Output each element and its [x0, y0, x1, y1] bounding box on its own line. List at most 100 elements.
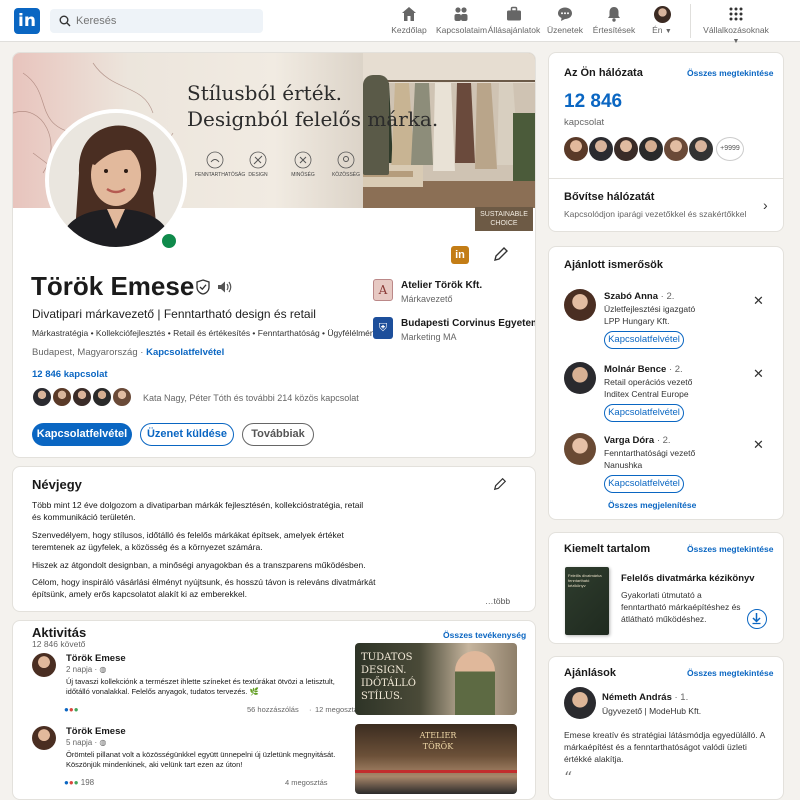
- post-comments[interactable]: 56 hozzászólás: [247, 705, 299, 714]
- contact-info-link[interactable]: Kapcsolatfelvétel: [146, 347, 224, 358]
- more-button[interactable]: Továbbiak: [242, 423, 314, 446]
- show-all-suggested-link[interactable]: Összes megjelenítése: [608, 500, 696, 510]
- connect-button[interactable]: Kapcsolatfelvétel: [32, 423, 132, 446]
- network-count[interactable]: 12 846: [564, 91, 622, 113]
- network-avatar-2: [589, 137, 613, 161]
- suggested-person-3[interactable]: Varga Dóra · 2. Fenntarthatósági vezető …: [549, 431, 783, 499]
- book-description: Gyakorlati útmutató a fenntartható márka…: [621, 590, 741, 624]
- about-card: Névjegy Több mint 12 éve dolgozom a diva…: [12, 466, 536, 612]
- sustainability-badge: FENNTARTHATÓSÁG: [195, 151, 246, 178]
- person-connect-button[interactable]: Kapcsolatfelvétel: [604, 331, 684, 349]
- suggested-title: Ajánlott ismerősök: [564, 259, 664, 271]
- connections-link[interactable]: 12 846 kapcsolat: [32, 369, 108, 380]
- nav-notifications[interactable]: Értesítések: [592, 6, 636, 38]
- about-title: Névjegy: [32, 477, 82, 492]
- sustainability-label: FENNTARTHATÓSÁG: [195, 172, 246, 178]
- chevron-down-icon: ▼: [732, 38, 740, 45]
- search-icon: [59, 15, 71, 27]
- network-title: Az Ön hálózata: [564, 67, 643, 79]
- suggested-person-1[interactable]: Szabó Anna · 2. Üzletfejlesztési igazgat…: [549, 287, 783, 355]
- post-author-avatar: [32, 726, 56, 750]
- reaction-icons: ●●● 198: [64, 778, 95, 787]
- mutual-avatars[interactable]: [32, 387, 136, 409]
- me-avatar: [653, 6, 671, 23]
- network-see-all-link[interactable]: Összes megtekintése: [687, 68, 773, 78]
- nav-notifications-label: Értesítések: [592, 25, 636, 35]
- mutual-connections-text[interactable]: Kata Nagy, Péter Tóth és további 214 köz…: [143, 393, 359, 403]
- post-image-text: TUDATOS DESIGN. IDŐTÁLLÓ STÍLUS.: [361, 652, 416, 702]
- post-text: Új tavaszi kollekciónk a természet ihlet…: [66, 677, 335, 696]
- book-title[interactable]: Felelős divatmárka kézikönyv: [621, 573, 755, 584]
- profile-headline: Divatipari márkavezető | Fenntartható de…: [32, 307, 316, 321]
- recommender-degree: · 1.: [674, 692, 689, 703]
- nav-me-label: Én: [652, 25, 663, 35]
- dismiss-icon[interactable]: ✕: [753, 437, 764, 453]
- post-image[interactable]: ATELIER TÖRÖK: [355, 724, 517, 794]
- person-name-text: Szabó Anna: [604, 291, 659, 302]
- suggested-person-2[interactable]: Molnár Bence · 2. Retail operációs vezet…: [549, 360, 783, 428]
- hands-icon: [206, 151, 224, 169]
- person-name: Szabó Anna · 2.: [604, 291, 674, 302]
- post-author-name: Török Emese: [66, 653, 126, 664]
- person-role: Retail operációs vezető: [604, 377, 693, 387]
- edit-about-icon[interactable]: [493, 477, 507, 491]
- recommendations-see-all-link[interactable]: Összes megtekintése: [687, 668, 773, 678]
- nav-home[interactable]: Kezdőlap: [388, 6, 430, 38]
- nav-network-label: Kapcsolataim: [436, 25, 488, 35]
- banner-tagline-2: Designból felelős márka.: [187, 107, 439, 131]
- activity-post-2[interactable]: Török Emese 5 napja · ◍ Örömteli pillana…: [13, 724, 535, 794]
- grow-network-row[interactable]: Bővítse hálózatát Kapcsolódjon iparági v…: [549, 179, 783, 229]
- dismiss-icon[interactable]: ✕: [753, 293, 764, 309]
- suggested-card: Ajánlott ismerősök Szabó Anna · 2. Üzlet…: [548, 246, 784, 520]
- person-company: Inditex Central Europe: [604, 389, 689, 399]
- recommender-name[interactable]: Németh András · 1.: [602, 692, 688, 703]
- network-avatars[interactable]: +9999: [564, 137, 764, 163]
- mutual-avatar-4: [92, 387, 112, 407]
- about-paragraph-3: Hiszek az átgondolt designban, a minőség…: [32, 560, 366, 570]
- person-connect-button[interactable]: Kapcsolatfelvétel: [604, 475, 684, 493]
- person-avatar: [564, 362, 596, 394]
- about-show-more[interactable]: …több: [485, 596, 510, 606]
- nav-me[interactable]: Én ▼: [648, 6, 676, 38]
- dismiss-icon[interactable]: ✕: [753, 366, 764, 382]
- nav-messages-label: Üzenetek: [547, 25, 583, 35]
- chevron-down-icon: ▼: [664, 28, 672, 35]
- nav-business[interactable]: Vállalkozásoknak ▼: [700, 6, 772, 45]
- activity-post-1[interactable]: Török Emese 2 napja · ◍ Új tavaszi kolle…: [13, 643, 535, 717]
- bell-icon: [608, 7, 620, 22]
- post-time: 2 napja · ◍: [66, 665, 107, 674]
- search-box[interactable]: [50, 9, 263, 33]
- edit-pencil-icon[interactable]: [493, 246, 509, 262]
- nav-jobs-label: Állásajánlatok: [487, 25, 541, 35]
- linkedin-logo[interactable]: in: [14, 8, 40, 34]
- profile-photo[interactable]: [45, 109, 187, 251]
- linkedin-premium-icon[interactable]: in: [451, 246, 469, 264]
- recommender-avatar[interactable]: [564, 687, 596, 719]
- speaker-icon[interactable]: [217, 280, 233, 294]
- quote-icon: “: [564, 768, 573, 787]
- message-button[interactable]: Üzenet küldése: [140, 423, 234, 446]
- all-activity-link[interactable]: Összes tevékenység: [443, 630, 526, 640]
- profile-location: Budapest, Magyarország · Kapcsolatfelvét…: [32, 347, 224, 358]
- verified-shield-icon[interactable]: [196, 279, 210, 295]
- book-cover[interactable]: Felelős divatmárka fenntartható kéziköny…: [565, 567, 609, 635]
- current-company[interactable]: A Atelier Török Kft. Márkavezető: [373, 279, 533, 307]
- post-shares[interactable]: 4 megosztás: [285, 778, 328, 787]
- company-logo: A: [373, 279, 393, 301]
- ribbon: [355, 770, 517, 773]
- search-input[interactable]: [76, 9, 256, 33]
- featured-see-all-link[interactable]: Összes megtekintése: [687, 544, 773, 554]
- network-more-count: +9999: [716, 137, 744, 161]
- nav-messages[interactable]: Üzenetek: [544, 6, 586, 38]
- banner-icon-row: FENNTARTHATÓSÁG DESIGN MINŐSÉG KÖZÖSSÉG: [195, 151, 385, 191]
- nav-jobs[interactable]: Állásajánlatok: [486, 6, 542, 38]
- network-count-label: kapcsolat: [564, 117, 605, 128]
- person-connect-button[interactable]: Kapcsolatfelvétel: [604, 404, 684, 422]
- education-school[interactable]: ⛨ Budapesti Corvinus Egyetem Marketing M…: [373, 317, 535, 345]
- post-text: Örömteli pillanat volt a közösségünkkel …: [66, 750, 336, 769]
- nav-network[interactable]: Kapcsolataim: [436, 6, 488, 38]
- person-name: Molnár Bence · 2.: [604, 364, 683, 375]
- download-icon[interactable]: [747, 609, 767, 629]
- grid-icon: [729, 7, 743, 21]
- post-image[interactable]: TUDATOS DESIGN. IDŐTÁLLÓ STÍLUS.: [355, 643, 517, 715]
